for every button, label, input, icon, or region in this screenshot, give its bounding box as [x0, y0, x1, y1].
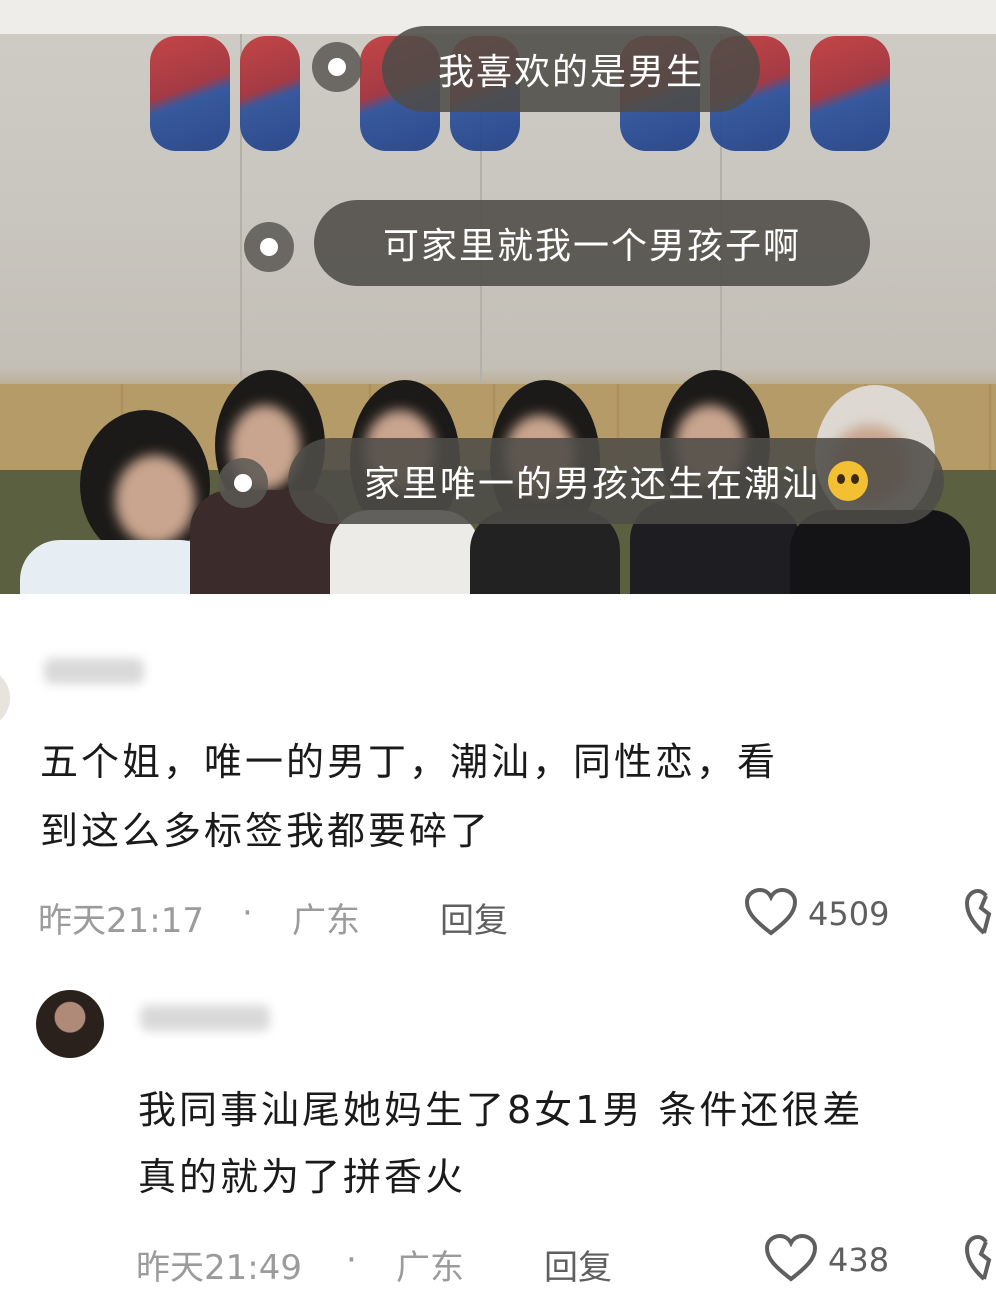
username-blurred[interactable] [140, 1005, 270, 1031]
comment-text: 我同事汕尾她妈生了8女1男 条件还很差 [138, 1088, 864, 1132]
subtitle-bubble: 可家里就我一个男孩子啊 [314, 200, 870, 286]
comment-time: 昨天21:17 [38, 901, 204, 941]
comment-location: 广东 [292, 901, 360, 941]
subtitle-text: 家里唯一的男孩还生在潮汕 [363, 464, 820, 505]
dislike-heart-icon[interactable] [964, 888, 996, 936]
comment-text: 到这么多标签我都要碎了 [40, 809, 492, 853]
meta-separator: · [346, 1240, 357, 1280]
reply-button[interactable]: 回复 [544, 1240, 612, 1289]
username-blurred[interactable] [44, 658, 144, 684]
comment-text: 五个姐，唯一的男丁，潮汕，同性恋，看 [40, 740, 779, 784]
comment-location: 广东 [396, 1248, 464, 1288]
subtitle-bubble: 我喜欢的是男生 [382, 26, 760, 112]
avatar[interactable] [36, 990, 104, 1058]
comment-time: 昨天21:49 [136, 1248, 302, 1288]
danmaku-dot-icon [312, 42, 362, 92]
dislike-heart-icon[interactable] [964, 1234, 996, 1282]
like-count: 4509 [808, 895, 890, 933]
reply-button[interactable]: 回复 [440, 893, 508, 942]
video-frame[interactable]: 我喜欢的是男生 可家里就我一个男孩子啊 家里唯一的男孩还生在潮汕 [0, 0, 996, 594]
like-heart-icon[interactable] [744, 888, 798, 936]
crying-face-icon [828, 461, 868, 501]
comment-text: 真的就为了拼香火 [138, 1155, 467, 1199]
like-heart-icon[interactable] [764, 1234, 818, 1282]
like-count: 438 [828, 1241, 890, 1279]
danmaku-dot-icon [218, 458, 268, 508]
subtitle-bubble: 家里唯一的男孩还生在潮汕 [288, 438, 944, 524]
meta-separator: · [242, 893, 253, 933]
danmaku-dot-icon [244, 222, 294, 272]
